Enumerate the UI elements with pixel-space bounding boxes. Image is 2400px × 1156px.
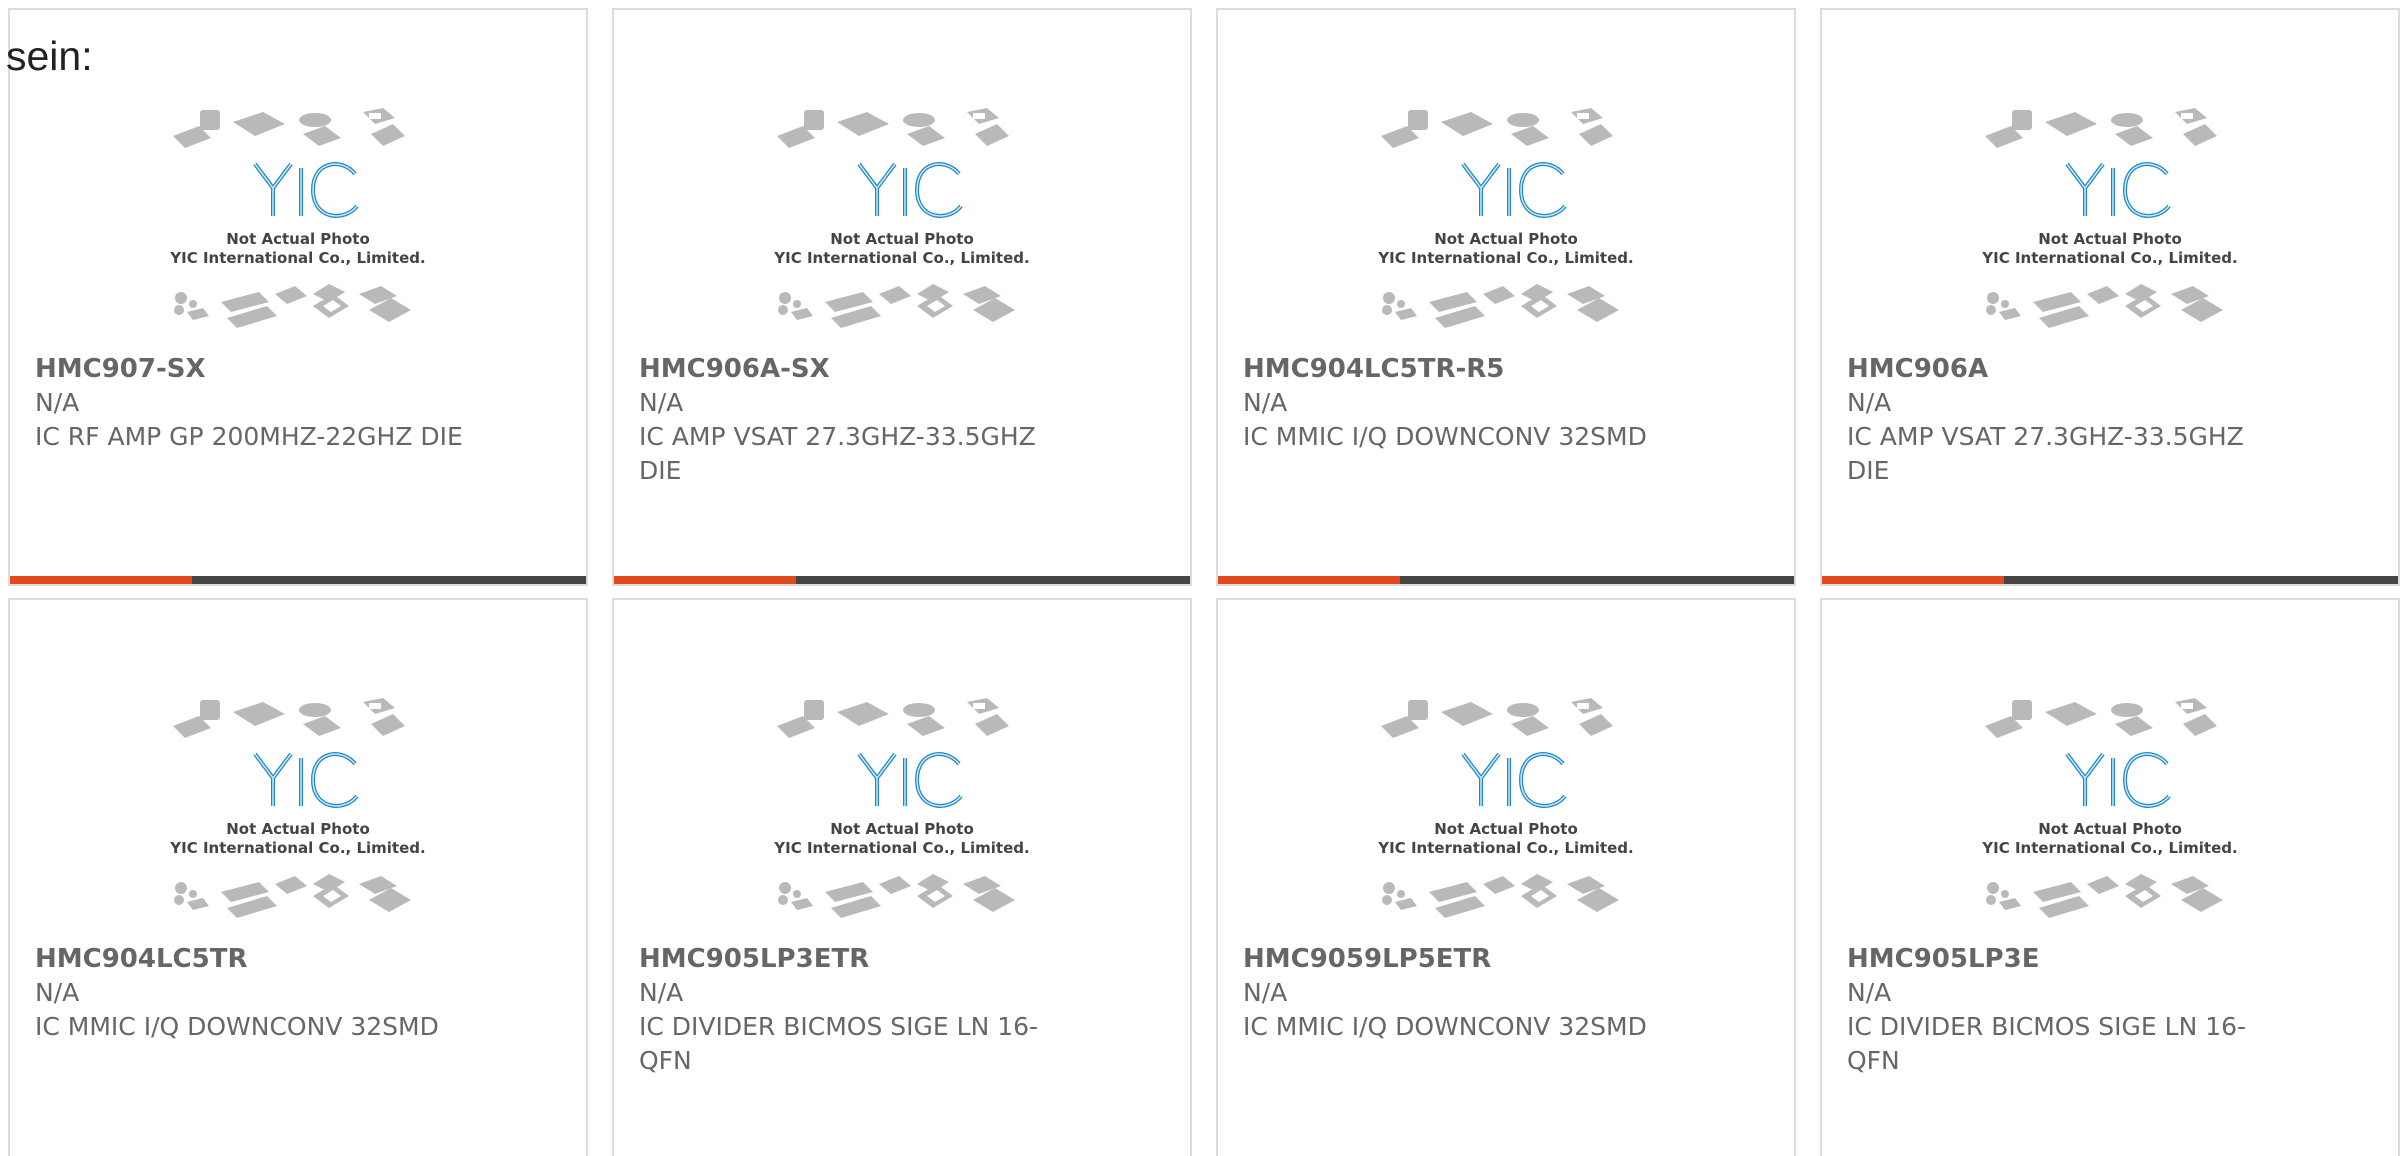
part-number-link[interactable]: HMC905LP3ETR xyxy=(639,942,1069,976)
product-image[interactable]: Not Actual Photo YIC International Co., … xyxy=(1218,98,1794,348)
part-number-link[interactable]: HMC907-SX xyxy=(35,352,465,386)
product-description: IC DIVIDER BICMOS SIGE LN 16-QFN xyxy=(639,1012,1039,1075)
manufacturer-text: N/A xyxy=(35,388,80,417)
svg-text:YIC International Co., Limited: YIC International Co., Limited. xyxy=(773,839,1029,857)
product-card[interactable]: Not Actual Photo YIC International Co., … xyxy=(1820,598,2400,1156)
placeholder-image: Not Actual Photo YIC International Co., … xyxy=(1377,108,1634,328)
card-bottom-bar xyxy=(1822,576,2398,584)
placeholder-image: Not Actual Photo YIC International Co., … xyxy=(1981,108,2238,328)
product-description: IC MMIC I/Q DOWNCONV 32SMD xyxy=(1243,422,1647,451)
part-number-link[interactable]: HMC905LP3E xyxy=(1847,942,2277,976)
product-description: IC MMIC I/Q DOWNCONV 32SMD xyxy=(1243,1012,1647,1041)
product-card[interactable]: Not Actual Photo YIC International Co., … xyxy=(8,8,588,586)
product-image[interactable]: Not Actual Photo YIC International Co., … xyxy=(10,688,586,938)
manufacturer-text: N/A xyxy=(1243,978,1288,1007)
product-card[interactable]: Not Actual Photo YIC International Co., … xyxy=(1216,8,1796,586)
placeholder-image: Not Actual Photo YIC International Co., … xyxy=(1377,698,1634,918)
card-accent-bar xyxy=(614,576,796,584)
svg-text:YIC International Co., Limited: YIC International Co., Limited. xyxy=(1981,839,2237,857)
product-image[interactable]: Not Actual Photo YIC International Co., … xyxy=(10,98,586,348)
product-image[interactable]: Not Actual Photo YIC International Co., … xyxy=(1218,688,1794,938)
part-number-link[interactable]: HMC904LC5TR xyxy=(35,942,465,976)
svg-text:YIC International Co., Limited: YIC International Co., Limited. xyxy=(1981,249,2237,267)
product-description: IC RF AMP GP 200MHZ-22GHZ DIE xyxy=(35,422,463,451)
manufacturer-text: N/A xyxy=(35,978,80,1007)
svg-text:YIC International Co., Limited: YIC International Co., Limited. xyxy=(169,839,425,857)
product-info: HMC905LP3E N/A IC DIVIDER BICMOS SIGE LN 1… xyxy=(1847,942,2277,1078)
card-accent-bar xyxy=(1218,576,1400,584)
manufacturer-text: N/A xyxy=(1847,388,1892,417)
product-card[interactable]: Not Actual Photo YIC International Co., … xyxy=(1820,8,2400,586)
svg-text:Not Actual Photo: Not Actual Photo xyxy=(830,820,974,838)
product-card[interactable]: Not Actual Photo YIC International Co., … xyxy=(8,598,588,1156)
card-accent-bar xyxy=(10,576,192,584)
svg-text:YIC International Co., Limited: YIC International Co., Limited. xyxy=(1377,249,1633,267)
placeholder-image: Not Actual Photo YIC International Co., … xyxy=(773,698,1030,918)
product-info: HMC906A-SX N/A IC AMP VSAT 27.3GHZ-33.5GHZ… xyxy=(639,352,1069,488)
svg-text:Not Actual Photo: Not Actual Photo xyxy=(2038,230,2182,248)
svg-text:Not Actual Photo: Not Actual Photo xyxy=(226,820,370,838)
manufacturer-text: N/A xyxy=(1243,388,1288,417)
part-number-link[interactable]: HMC904LC5TR-R5 xyxy=(1243,352,1673,386)
product-image[interactable]: Not Actual Photo YIC International Co., … xyxy=(614,98,1190,348)
card-bottom-bar xyxy=(614,576,1190,584)
card-accent-bar xyxy=(1822,576,2004,584)
product-info: HMC907-SX N/A IC RF AMP GP 200MHZ-22GHZ DI… xyxy=(35,352,465,454)
svg-text:YIC International Co., Limited: YIC International Co., Limited. xyxy=(773,249,1029,267)
placeholder-image: Not Actual Photo YIC International Co., … xyxy=(169,698,426,918)
product-info: HMC904LC5TR N/A IC MMIC I/Q DOWNCONV 32SMD xyxy=(35,942,465,1044)
product-info: HMC905LP3ETR N/A IC DIVIDER BICMOS SIGE LN… xyxy=(639,942,1069,1078)
svg-text:Not Actual Photo: Not Actual Photo xyxy=(226,230,370,248)
card-bottom-bar xyxy=(1218,576,1794,584)
svg-text:Not Actual Photo: Not Actual Photo xyxy=(830,230,974,248)
svg-text:Not Actual Photo: Not Actual Photo xyxy=(1434,820,1578,838)
part-number-link[interactable]: HMC906A xyxy=(1847,352,2277,386)
placeholder-image: Not Actual Photo YIC International Co., … xyxy=(773,108,1030,328)
product-description: IC DIVIDER BICMOS SIGE LN 16-QFN xyxy=(1847,1012,2247,1075)
product-card[interactable]: Not Actual Photo YIC International Co., … xyxy=(612,598,1192,1156)
intro-text: sein: xyxy=(6,33,93,79)
product-image[interactable]: Not Actual Photo YIC International Co., … xyxy=(1822,688,2398,938)
product-info: HMC9059LP5ETR N/A IC MMIC I/Q DOWNCONV 32S… xyxy=(1243,942,1673,1044)
product-card[interactable]: Not Actual Photo YIC International Co., … xyxy=(612,8,1192,586)
manufacturer-text: N/A xyxy=(639,388,684,417)
placeholder-image: Not Actual Photo YIC International Co., … xyxy=(169,108,426,328)
product-grid-page: sein: Not Actual Photo YIC International… xyxy=(0,0,2400,1156)
product-image[interactable]: Not Actual Photo YIC International Co., … xyxy=(1822,98,2398,348)
product-card[interactable]: Not Actual Photo YIC International Co., … xyxy=(1216,598,1796,1156)
manufacturer-text: N/A xyxy=(1847,978,1892,1007)
svg-text:YIC International Co., Limited: YIC International Co., Limited. xyxy=(1377,839,1633,857)
product-description: IC AMP VSAT 27.3GHZ-33.5GHZ DIE xyxy=(1847,422,2244,485)
manufacturer-text: N/A xyxy=(639,978,684,1007)
placeholder-image: Not Actual Photo YIC International Co., … xyxy=(1981,698,2238,918)
product-info: HMC904LC5TR-R5 N/A IC MMIC I/Q DOWNCONV 32… xyxy=(1243,352,1673,454)
product-description: IC MMIC I/Q DOWNCONV 32SMD xyxy=(35,1012,439,1041)
svg-text:Not Actual Photo: Not Actual Photo xyxy=(2038,820,2182,838)
svg-text:YIC International Co., Limited: YIC International Co., Limited. xyxy=(169,249,425,267)
product-info: HMC906A N/A IC AMP VSAT 27.3GHZ-33.5GHZ DI… xyxy=(1847,352,2277,488)
product-image[interactable]: Not Actual Photo YIC International Co., … xyxy=(614,688,1190,938)
part-number-link[interactable]: HMC906A-SX xyxy=(639,352,1069,386)
card-bottom-bar xyxy=(10,576,586,584)
svg-text:Not Actual Photo: Not Actual Photo xyxy=(1434,230,1578,248)
product-description: IC AMP VSAT 27.3GHZ-33.5GHZ DIE xyxy=(639,422,1036,485)
part-number-link[interactable]: HMC9059LP5ETR xyxy=(1243,942,1673,976)
